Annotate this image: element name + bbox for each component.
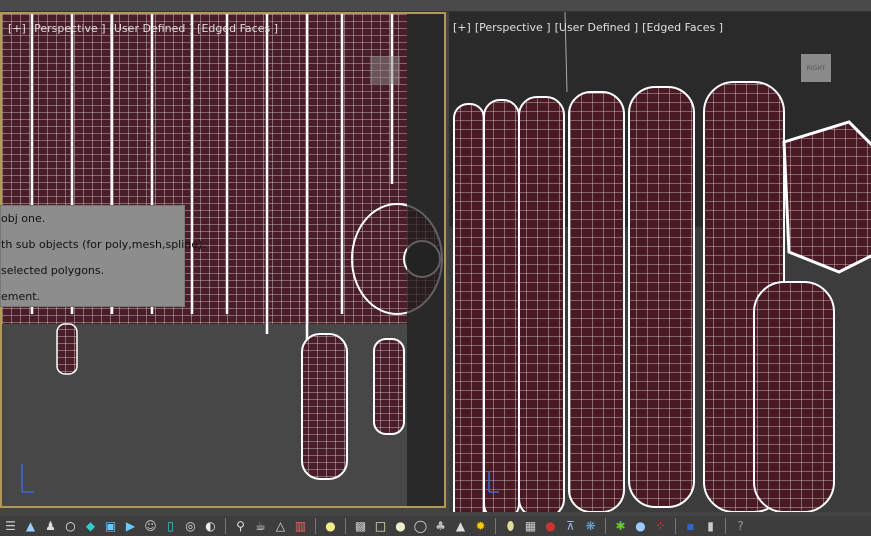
- toolbar-separator: [225, 518, 226, 534]
- light-icon[interactable]: ●: [322, 518, 339, 535]
- plant-icon[interactable]: ♣: [432, 518, 449, 535]
- label-user-defined[interactable]: [User Defined ]: [110, 22, 194, 35]
- checker-icon[interactable]: ▦: [522, 518, 539, 535]
- grass-icon[interactable]: ✱: [612, 518, 629, 535]
- sphere-icon[interactable]: ●: [392, 518, 409, 535]
- viewport-right-perspective[interactable]: RIGHT [+] [Perspective ] [User Defined ] [E…: [449, 12, 871, 512]
- play-box-icon[interactable]: ▶: [122, 518, 139, 535]
- label-edged-faces[interactable]: [Edged Faces ]: [197, 22, 278, 35]
- viewport-label[interactable]: [+] [Perspective ] [User Defined ] [Edged F…: [8, 22, 282, 35]
- label-plus[interactable]: [+]: [8, 22, 26, 35]
- viewcube-icon[interactable]: RIGHT: [801, 54, 831, 82]
- help-icon[interactable]: ?: [732, 518, 749, 535]
- sphere-blue-icon[interactable]: ❋: [582, 518, 599, 535]
- torus-icon[interactable]: ◎: [182, 518, 199, 535]
- tooltip-line: selected polygons.: [1, 264, 105, 277]
- axis-gizmo-icon: [21, 464, 34, 493]
- toolbar-separator: [725, 518, 726, 534]
- cone-icon[interactable]: ▲: [22, 518, 39, 535]
- trash-icon[interactable]: ▥: [292, 518, 309, 535]
- list-icon[interactable]: ☰: [2, 518, 19, 535]
- cone-white-icon[interactable]: ▲: [452, 518, 469, 535]
- dots-icon[interactable]: ⁘: [652, 518, 669, 535]
- tooltip: obj one. th sub objects (for poly,mesh,s…: [0, 205, 206, 307]
- label-perspective[interactable]: [Perspective ]: [30, 22, 106, 35]
- viewcube-icon[interactable]: [370, 56, 400, 84]
- toolbar-separator: [345, 518, 346, 534]
- frame-icon[interactable]: ▯: [162, 518, 179, 535]
- toolbar-separator: [675, 518, 676, 534]
- ring-sphere-icon[interactable]: ◯: [412, 518, 429, 535]
- settings-icon[interactable]: ▮: [702, 518, 719, 535]
- ball-icon[interactable]: ●: [542, 518, 559, 535]
- people-icon[interactable]: ☺: [142, 518, 159, 535]
- tooltip-line: ement.: [1, 290, 41, 303]
- label-plus[interactable]: [+]: [453, 21, 471, 34]
- toolbar-separator: [315, 518, 316, 534]
- figure-icon[interactable]: ♟: [42, 518, 59, 535]
- label-edged-faces[interactable]: [Edged Faces ]: [642, 21, 723, 34]
- egg-icon[interactable]: ⬮: [502, 518, 519, 535]
- toolbar-separator: [495, 518, 496, 534]
- bulb-icon[interactable]: ⚲: [232, 518, 249, 535]
- label-perspective[interactable]: [Perspective ]: [475, 21, 551, 34]
- camera-icon[interactable]: ▩: [352, 518, 369, 535]
- ring-icon[interactable]: ○: [62, 518, 79, 535]
- label-user-defined[interactable]: [User Defined ]: [555, 21, 639, 34]
- orb-icon[interactable]: ●: [632, 518, 649, 535]
- tooltip-line: obj one.: [1, 212, 46, 225]
- camera-box-icon[interactable]: ▣: [102, 518, 119, 535]
- sun-icon[interactable]: ✹: [472, 518, 489, 535]
- radiator-wireframe-right: [449, 12, 871, 512]
- shape-icon[interactable]: △: [272, 518, 289, 535]
- tower-icon[interactable]: ⊼: [562, 518, 579, 535]
- teapot-cyan-icon[interactable]: ◆: [82, 518, 99, 535]
- box-icon[interactable]: □: [372, 518, 389, 535]
- top-strip: [0, 0, 871, 12]
- viewcube-face-label: RIGHT: [806, 64, 826, 72]
- tooltip-line: th sub objects (for poly,mesh,spline).: [1, 238, 206, 251]
- render-icon[interactable]: ▪: [682, 518, 699, 535]
- shell-icon[interactable]: ◐: [202, 518, 219, 535]
- viewport-label[interactable]: [+] [Perspective ] [User Defined ] [Edged F…: [453, 21, 727, 34]
- bottom-toolbar: ☰ ▲ ♟ ○ ◆ ▣ ▶ ☺ ▯ ◎ ◐ ⚲ ☕ △ ▥ ● ▩ □ ● ◯ ♣ ▲ ✹ ⬮ ▦ ● ⊼ ❋ ✱ ● ⁘ ▪ ▮?: [0, 516, 871, 536]
- teapot-icon[interactable]: ☕: [252, 518, 269, 535]
- toolbar-separator: [605, 518, 606, 534]
